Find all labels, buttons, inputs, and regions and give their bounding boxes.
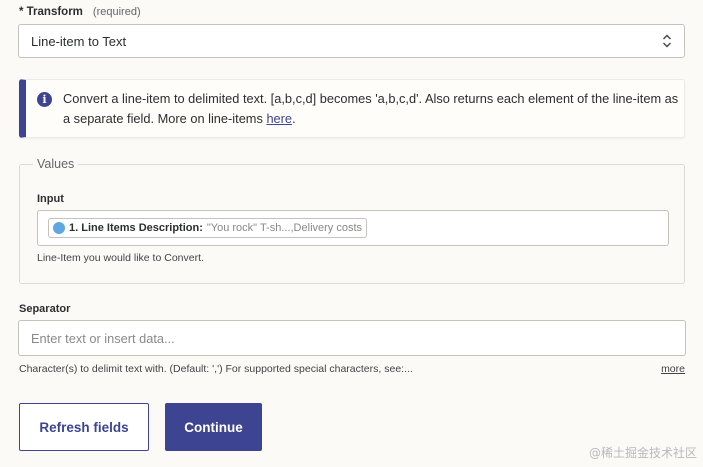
- info-message: Convert a line-item to delimited text. […: [63, 91, 679, 126]
- info-suffix: .: [292, 111, 296, 126]
- transform-step-page: * Transform (required) Line-item to Text…: [0, 0, 703, 467]
- separator-label: Separator: [19, 303, 71, 315]
- watermark: @稀土掘金技术社区: [588, 446, 697, 460]
- input-help-text: Line-Item you would like to Convert.: [37, 252, 204, 264]
- line-items-help-link[interactable]: here: [266, 111, 292, 126]
- transform-label: * Transform (required): [19, 6, 141, 18]
- info-banner: i Convert a line-item to delimited text.…: [19, 79, 685, 138]
- separator-help-text: Character(s) to delimit text with. (Defa…: [19, 363, 413, 375]
- transform-select-value: Line-item to Text: [31, 33, 127, 49]
- input-label: Input: [37, 193, 64, 205]
- continue-button[interactable]: Continue: [165, 403, 262, 451]
- values-legend: Values: [33, 157, 79, 171]
- mapped-data-pill[interactable]: 1. Line Items Description: "You rock" T-…: [48, 218, 368, 238]
- transform-label-text: * Transform: [19, 6, 83, 18]
- values-fieldset: Values Input 1. Line Items Description: …: [19, 157, 685, 284]
- input-field[interactable]: 1. Line Items Description: "You rock" T-…: [37, 210, 669, 246]
- transform-select[interactable]: Line-item to Text: [18, 24, 685, 58]
- chevron-up-down-icon: [663, 34, 671, 48]
- more-link[interactable]: more: [661, 363, 685, 375]
- pill-label: 1. Line Items Description:: [69, 222, 203, 234]
- required-note: (required): [92, 6, 141, 18]
- separator-input[interactable]: [18, 320, 686, 356]
- info-text: Convert a line-item to delimited text. […: [63, 89, 683, 129]
- app-icon: [53, 222, 65, 234]
- info-icon: i: [37, 92, 52, 107]
- pill-value: "You rock" T-sh...,Delivery costs: [206, 222, 363, 234]
- refresh-fields-button[interactable]: Refresh fields: [19, 403, 149, 451]
